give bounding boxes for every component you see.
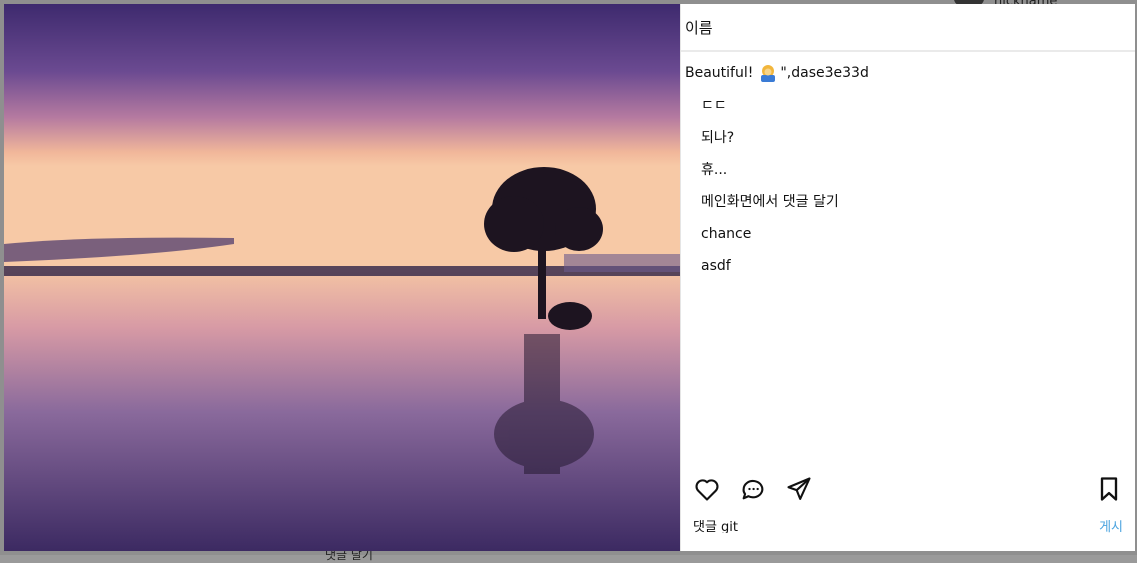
comment-form: 게시 — [693, 514, 1123, 536]
post-modal: 이름 Beautiful! ",dase3e33d ㄷㄷ 되나? 휴... 메인… — [4, 4, 1135, 551]
comment-icon[interactable] — [739, 475, 767, 503]
heart-icon[interactable] — [693, 475, 721, 503]
comment-item: 휴... — [701, 162, 728, 178]
post-comment-button[interactable]: 게시 — [1099, 516, 1123, 535]
post-actions — [693, 474, 1123, 504]
sunset-lake-photo — [4, 4, 680, 551]
post-author-header: 이름 — [681, 4, 1135, 52]
bookmark-icon[interactable] — [1095, 475, 1123, 503]
comment-item: asdf — [701, 258, 731, 274]
caption-suffix: ",dase3e33d — [780, 65, 869, 81]
comment-input[interactable] — [693, 517, 1100, 533]
comment-item: ㄷㄷ — [701, 98, 727, 114]
post-details-panel: 이름 Beautiful! ",dase3e33d ㄷㄷ 되나? 휴... 메인… — [680, 4, 1135, 551]
comment-item: 메인화면에서 댓글 달기 — [701, 194, 839, 210]
person-icon — [761, 65, 776, 82]
post-image — [4, 4, 680, 551]
author-name[interactable]: 이름 — [685, 17, 713, 38]
send-icon[interactable] — [785, 475, 813, 503]
caption-text: Beautiful! — [685, 65, 754, 81]
comment-item: 되나? — [701, 130, 735, 146]
post-caption: Beautiful! ",dase3e33d — [681, 52, 1135, 82]
comment-item: chance — [701, 226, 752, 242]
comment-list: ㄷㄷ 되나? 휴... 메인화면에서 댓글 달기 chance asdf — [681, 96, 1135, 288]
